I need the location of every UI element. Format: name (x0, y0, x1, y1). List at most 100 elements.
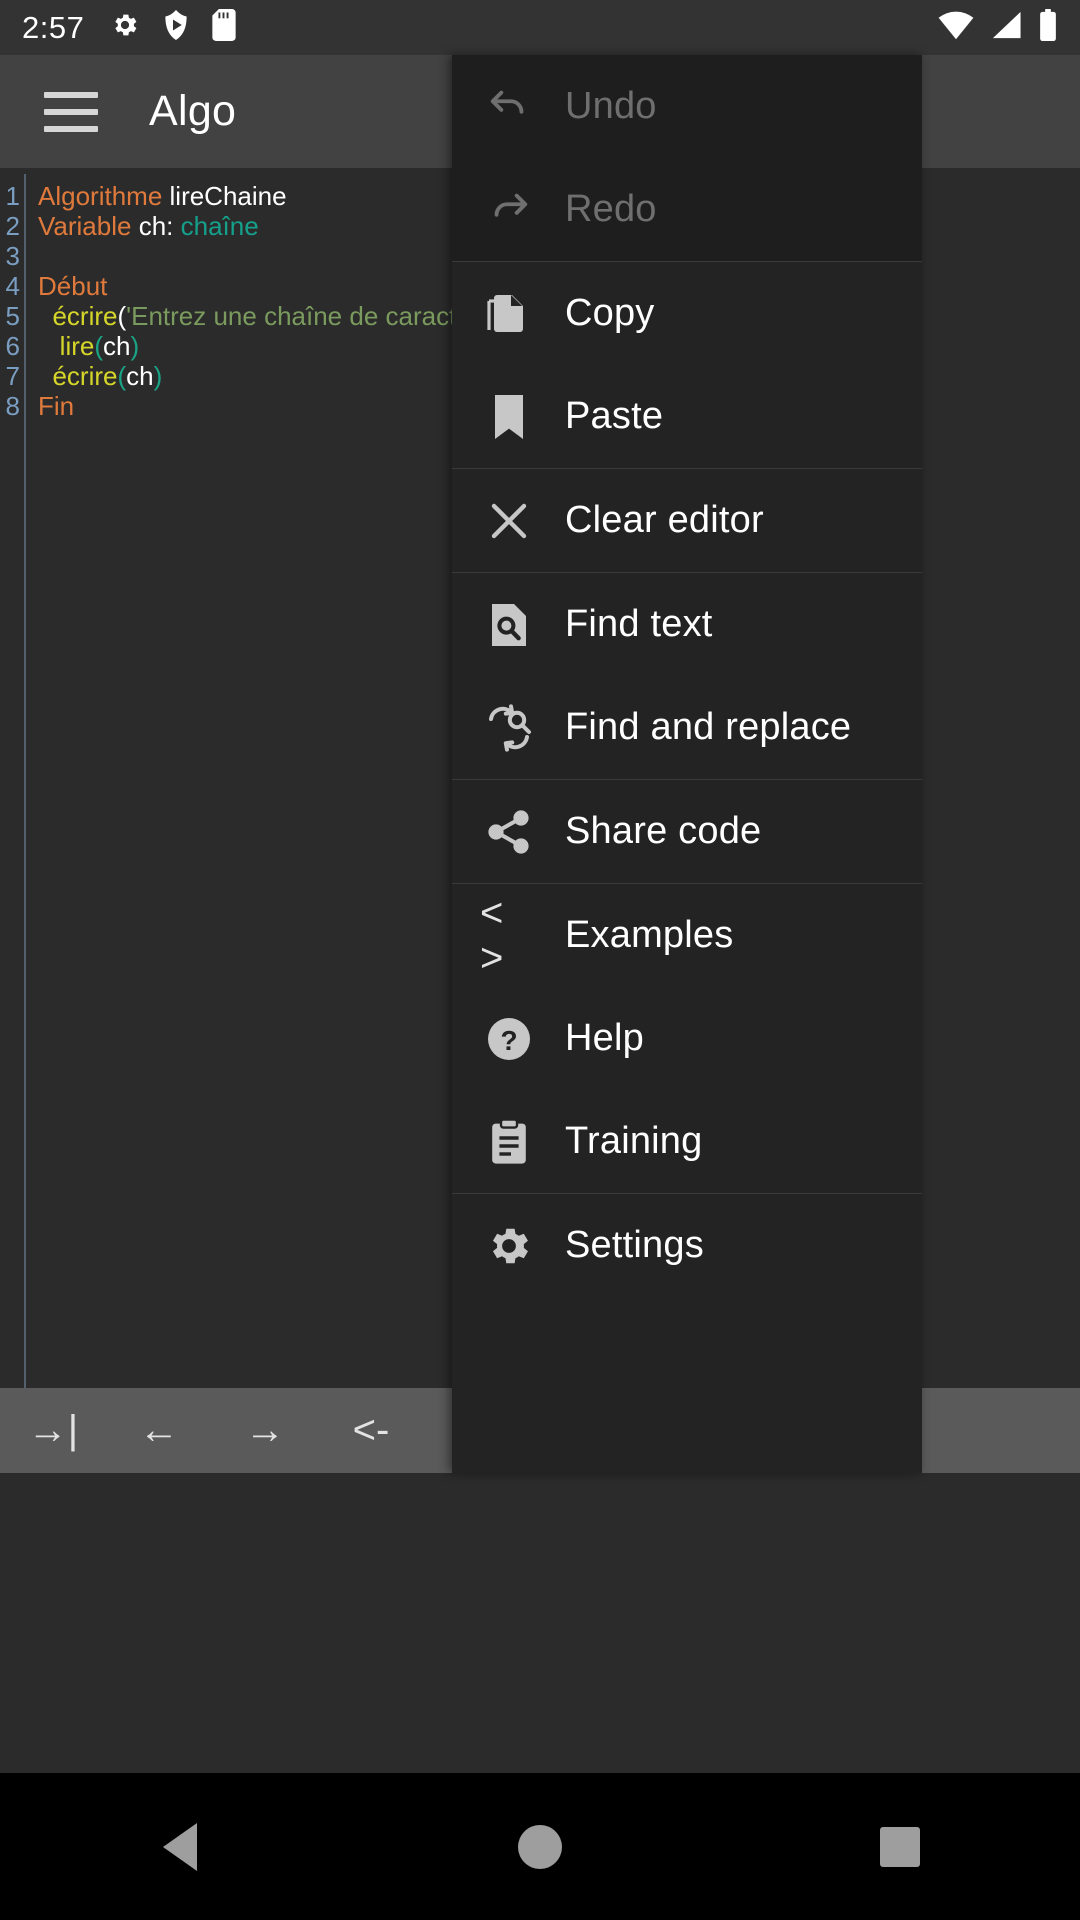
menu-group: Share code (452, 780, 922, 883)
play-protect-icon (162, 10, 190, 45)
status-bar-system-icons (938, 9, 1058, 46)
menu-item-find-and-replace[interactable]: Find and replace (452, 676, 922, 779)
code-token: ch (126, 361, 154, 391)
menu-item-label: Training (565, 1120, 703, 1162)
code-token: écrire (52, 301, 118, 331)
undo-icon (480, 84, 538, 130)
status-bar-clock: 2:57 (22, 9, 85, 45)
sd-card-icon (212, 9, 236, 46)
code-token: ( (117, 361, 127, 391)
menu-item-paste[interactable]: Paste (452, 365, 922, 468)
menu-item-label: Find text (565, 603, 713, 645)
move-left-button[interactable]: ← (106, 1388, 212, 1473)
gear-icon (110, 10, 140, 45)
close-x-icon (480, 497, 538, 545)
menu-item-clear-editor[interactable]: Clear editor (452, 469, 922, 572)
copy-icon (480, 290, 538, 338)
back-triangle-icon (163, 1822, 197, 1871)
home-circle-icon (518, 1824, 562, 1869)
line-number: 1 (5, 181, 20, 211)
code-token: ch (103, 331, 131, 361)
hamburger-line (44, 91, 98, 98)
svg-text:?: ? (500, 1024, 517, 1055)
menu-group: Clear editor (452, 469, 922, 572)
line-number: 2 (5, 211, 20, 241)
menu-item-find-text[interactable]: Find text (452, 573, 922, 676)
code-brackets-icon: < > (480, 890, 506, 980)
cellular-signal-icon (990, 10, 1022, 45)
code-token: ( (117, 301, 127, 331)
phone-screen: 2:57 Algo 1 2 3 4 5 6 7 8 Algorithme lir… (0, 0, 1080, 1920)
move-right-button[interactable]: → (212, 1388, 318, 1473)
code-token: lireChaine (169, 181, 287, 211)
menu-item-copy[interactable]: Copy (452, 262, 922, 365)
line-number-gutter: 12345678 (0, 168, 24, 1388)
code-token: Variable (38, 211, 132, 241)
code-token: chaîne (180, 211, 259, 241)
menu-group: Settings (452, 1194, 922, 1297)
battery-icon (1038, 9, 1058, 46)
code-token: ch (138, 211, 167, 241)
wifi-icon (938, 10, 974, 45)
menu-group: Find text Find and replace (452, 573, 922, 779)
status-bar: 2:57 (0, 0, 1080, 55)
overflow-menu[interactable]: Undo Redo Copy Paste Clear editor Find text Fi… (452, 55, 922, 1473)
menu-item-label: Undo (565, 85, 657, 127)
nav-home-button[interactable] (480, 1787, 600, 1907)
menu-item-label: Copy (565, 292, 655, 334)
share-icon (480, 808, 538, 856)
code-token: ) (130, 331, 140, 361)
code-token: Début (38, 271, 108, 301)
code-token: écrire (52, 361, 118, 391)
hamburger-line (44, 108, 98, 115)
find-document-icon (480, 601, 538, 649)
line-number: 5 (5, 301, 20, 331)
line-number: 3 (5, 241, 20, 271)
line-number: 8 (5, 391, 20, 421)
page-title: Algo (149, 87, 237, 135)
nav-back-button[interactable] (120, 1787, 240, 1907)
menu-item-training[interactable]: Training (452, 1090, 922, 1193)
menu-item-share-code[interactable]: Share code (452, 780, 922, 883)
paste-bookmark-icon (480, 393, 538, 441)
find-replace-icon (480, 703, 538, 752)
status-bar-notification-icons (110, 9, 236, 46)
menu-item-undo: Undo (452, 55, 922, 158)
hamburger-menu-icon[interactable] (44, 91, 98, 132)
hamburger-line (44, 125, 98, 132)
code-token: Algorithme (38, 181, 163, 211)
menu-item-examples[interactable]: < > Examples (452, 884, 922, 987)
line-number: 6 (5, 331, 20, 361)
menu-item-label: Redo (565, 188, 657, 230)
code-token: ( (94, 331, 104, 361)
menu-item-help[interactable]: ? Help (452, 987, 922, 1090)
menu-item-label: Examples (565, 914, 734, 956)
dedent-button[interactable]: <- (318, 1388, 424, 1473)
line-number: 7 (5, 361, 20, 391)
gear-icon (480, 1221, 538, 1271)
code-token: ) (153, 361, 163, 391)
nav-recents-button[interactable] (840, 1787, 960, 1907)
menu-group: < > Examples? Help Training (452, 884, 922, 1193)
line-number: 4 (5, 271, 20, 301)
menu-group: Undo Redo (452, 55, 922, 261)
menu-item-settings[interactable]: Settings (452, 1194, 922, 1297)
menu-group: Copy Paste (452, 262, 922, 468)
recents-square-icon (880, 1826, 920, 1867)
menu-item-label: Find and replace (565, 706, 852, 748)
help-circle-icon: ? (480, 1015, 538, 1063)
tab-indent-button[interactable]: →| (0, 1388, 106, 1473)
menu-item-label: Help (565, 1017, 644, 1059)
code-token: lire (59, 331, 95, 361)
redo-icon (480, 187, 538, 233)
menu-item-label: Paste (565, 395, 664, 437)
menu-item-label: Clear editor (565, 499, 764, 541)
menu-item-label: Share code (565, 810, 762, 852)
code-token: Fin (38, 391, 75, 421)
